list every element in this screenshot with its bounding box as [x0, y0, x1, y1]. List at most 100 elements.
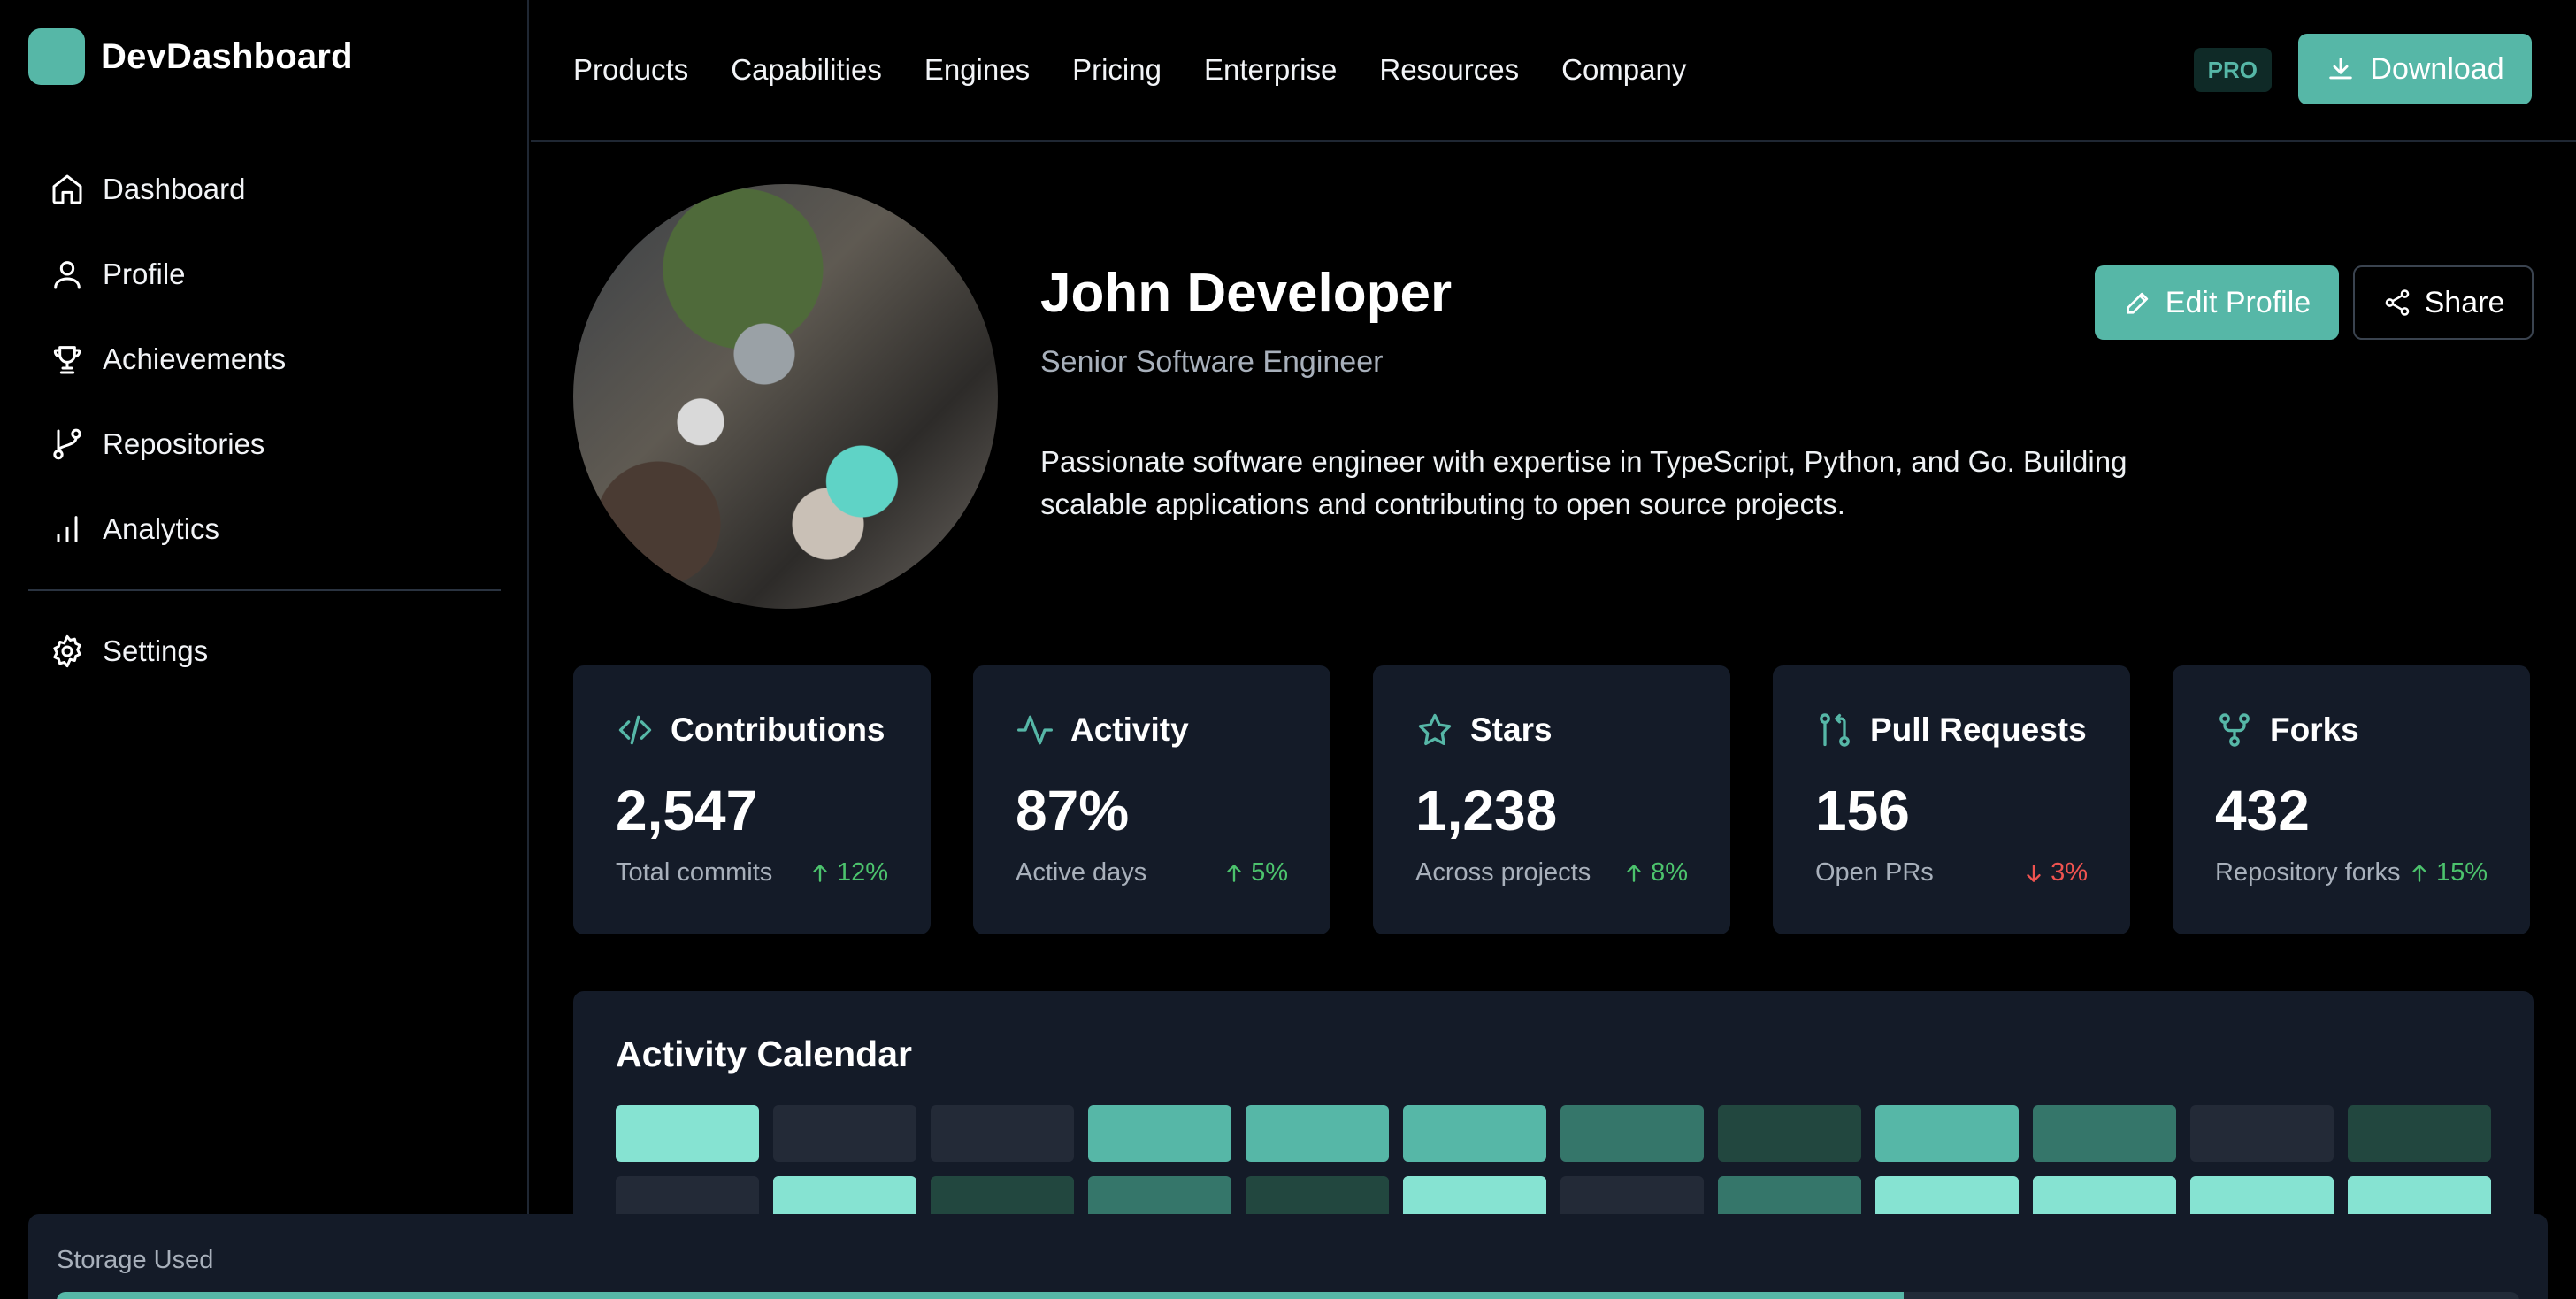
arrow-up-icon [1227, 864, 1241, 882]
trend-value: 5% [1251, 858, 1288, 887]
card-subtitle: Across projects [1415, 858, 1591, 887]
edit-profile-button[interactable]: Edit Profile [2095, 265, 2339, 340]
stat-card-stars[interactable]: Stars 1,238 Across projects 8% [1373, 665, 1730, 934]
git-branch-icon [53, 428, 81, 460]
trend-value: 3% [2051, 858, 2088, 887]
arrow-up-icon [1627, 864, 1641, 882]
calendar-day-cell[interactable] [1246, 1105, 1389, 1162]
card-subtitle: Active days [1016, 858, 1147, 887]
download-button[interactable]: Download [2298, 34, 2532, 104]
card-header: Pull Requests [1815, 708, 2088, 752]
topnav-enterprise[interactable]: Enterprise [1204, 53, 1337, 87]
card-header: Contributions [616, 708, 888, 752]
topnav-company[interactable]: Company [1561, 53, 1686, 87]
trend-indicator: 8% [1622, 858, 1688, 888]
code-icon [618, 715, 652, 745]
trend-indicator: 5% [1223, 858, 1288, 888]
profile-title: Senior Software Engineer [1040, 345, 1384, 379]
storage-label: Storage Used [57, 1246, 214, 1274]
card-value: 1,238 [1415, 779, 1558, 842]
brand[interactable]: DevDashboard [28, 28, 353, 85]
calendar-day-cell[interactable] [2348, 1105, 2491, 1162]
sidebar-item-settings[interactable]: Settings [28, 609, 501, 694]
brand-name: DevDashboard [101, 36, 353, 76]
card-value: 2,547 [616, 779, 758, 842]
card-header: Forks [2215, 708, 2488, 752]
card-footer: Repository forks 15% [2215, 858, 2488, 888]
sidebar-divider [28, 589, 501, 591]
card-value: 87% [1016, 779, 1130, 842]
topnav-resources[interactable]: Resources [1379, 53, 1519, 87]
sidebar-item-label: Dashboard [103, 173, 246, 205]
card-subtitle: Repository forks [2215, 858, 2401, 887]
topnav-capabilities[interactable]: Capabilities [731, 53, 882, 87]
sidebar-item-label: Profile [103, 257, 186, 290]
stat-card-forks[interactable]: Forks 432 Repository forks 15% [2173, 665, 2530, 934]
share-label: Share [2424, 285, 2505, 319]
storage-panel: Storage Used [28, 1214, 2548, 1299]
arrow-down-icon [2027, 864, 2041, 882]
storage-progress-track [57, 1292, 2519, 1299]
sidebar-item-repositories[interactable]: Repositories [28, 402, 501, 487]
download-icon [2329, 58, 2353, 80]
star-icon [1418, 713, 1452, 746]
card-title: Contributions [671, 711, 886, 748]
sidebar-item-profile[interactable]: Profile [28, 232, 501, 317]
card-header: Activity [1016, 708, 1288, 752]
stat-card-contributions[interactable]: Contributions 2,547 Total commits 12% [573, 665, 931, 934]
activity-icon [1017, 715, 1053, 745]
arrow-up-icon [2412, 864, 2426, 882]
stat-card-pull-requests[interactable]: Pull Requests 156 Open PRs 3% [1773, 665, 2130, 934]
sidebar-nav: Dashboard Profile Achievements Repositor… [28, 147, 501, 694]
download-label: Download [2370, 51, 2504, 86]
sidebar-item-label: Analytics [103, 512, 220, 545]
topnav-products[interactable]: Products [573, 53, 688, 87]
card-title: Forks [2270, 711, 2359, 748]
topnav-engines[interactable]: Engines [924, 53, 1030, 87]
card-footer: Across projects 8% [1415, 858, 1688, 888]
trend-value: 15% [2435, 858, 2488, 887]
calendar-day-cell[interactable] [773, 1105, 916, 1162]
card-title: Pull Requests [1870, 711, 2087, 748]
profile-avatar [573, 184, 998, 609]
card-footer: Open PRs 3% [1815, 858, 2088, 888]
sidebar-item-achievements[interactable]: Achievements [28, 317, 501, 402]
card-footer: Active days 5% [1016, 858, 1288, 888]
sidebar-item-label: Achievements [103, 342, 287, 375]
card-subtitle: Open PRs [1815, 858, 1934, 887]
card-footer: Total commits 12% [616, 858, 888, 888]
card-title: Activity [1070, 711, 1189, 748]
calendar-day-cell[interactable] [2033, 1105, 2176, 1162]
top-bar: Products Capabilities Engines Pricing En… [531, 0, 2576, 142]
trend-indicator: 3% [2022, 858, 2088, 888]
card-value: 156 [1815, 779, 1910, 842]
trend-value: 8% [1651, 858, 1688, 887]
pro-badge: PRO [2193, 48, 2272, 92]
gear-icon [53, 634, 81, 668]
stat-card-activity[interactable]: Activity 87% Active days 5% [973, 665, 1330, 934]
sidebar-item-dashboard[interactable]: Dashboard [28, 147, 501, 232]
calendar-day-cell[interactable] [1088, 1105, 1231, 1162]
share-icon [2385, 289, 2409, 316]
stats-row: Contributions 2,547 Total commits 12% Ac… [573, 665, 2530, 934]
fork-icon [2220, 713, 2250, 747]
calendar-day-cell[interactable] [931, 1105, 1074, 1162]
share-button[interactable]: Share [2353, 265, 2534, 340]
card-value: 432 [2215, 779, 2310, 842]
calendar-day-cell[interactable] [616, 1105, 759, 1162]
user-icon [54, 261, 80, 289]
sidebar-item-analytics[interactable]: Analytics [28, 487, 501, 572]
topnav-pricing[interactable]: Pricing [1072, 53, 1162, 87]
arrow-up-icon [813, 864, 827, 882]
trophy-icon [53, 346, 81, 374]
trend-indicator: 12% [809, 858, 888, 888]
calendar-day-cell[interactable] [2190, 1105, 2334, 1162]
calendar-day-cell[interactable] [1560, 1105, 1704, 1162]
calendar-day-cell[interactable] [1718, 1105, 1861, 1162]
calendar-day-cell[interactable] [1875, 1105, 2019, 1162]
card-subtitle: Total commits [616, 858, 773, 887]
brand-logo [28, 28, 85, 85]
calendar-day-cell[interactable] [1403, 1105, 1546, 1162]
app-root: DevDashboard Dashboard Profile Achieveme… [0, 0, 2576, 1299]
edit-profile-label: Edit Profile [2165, 285, 2312, 319]
